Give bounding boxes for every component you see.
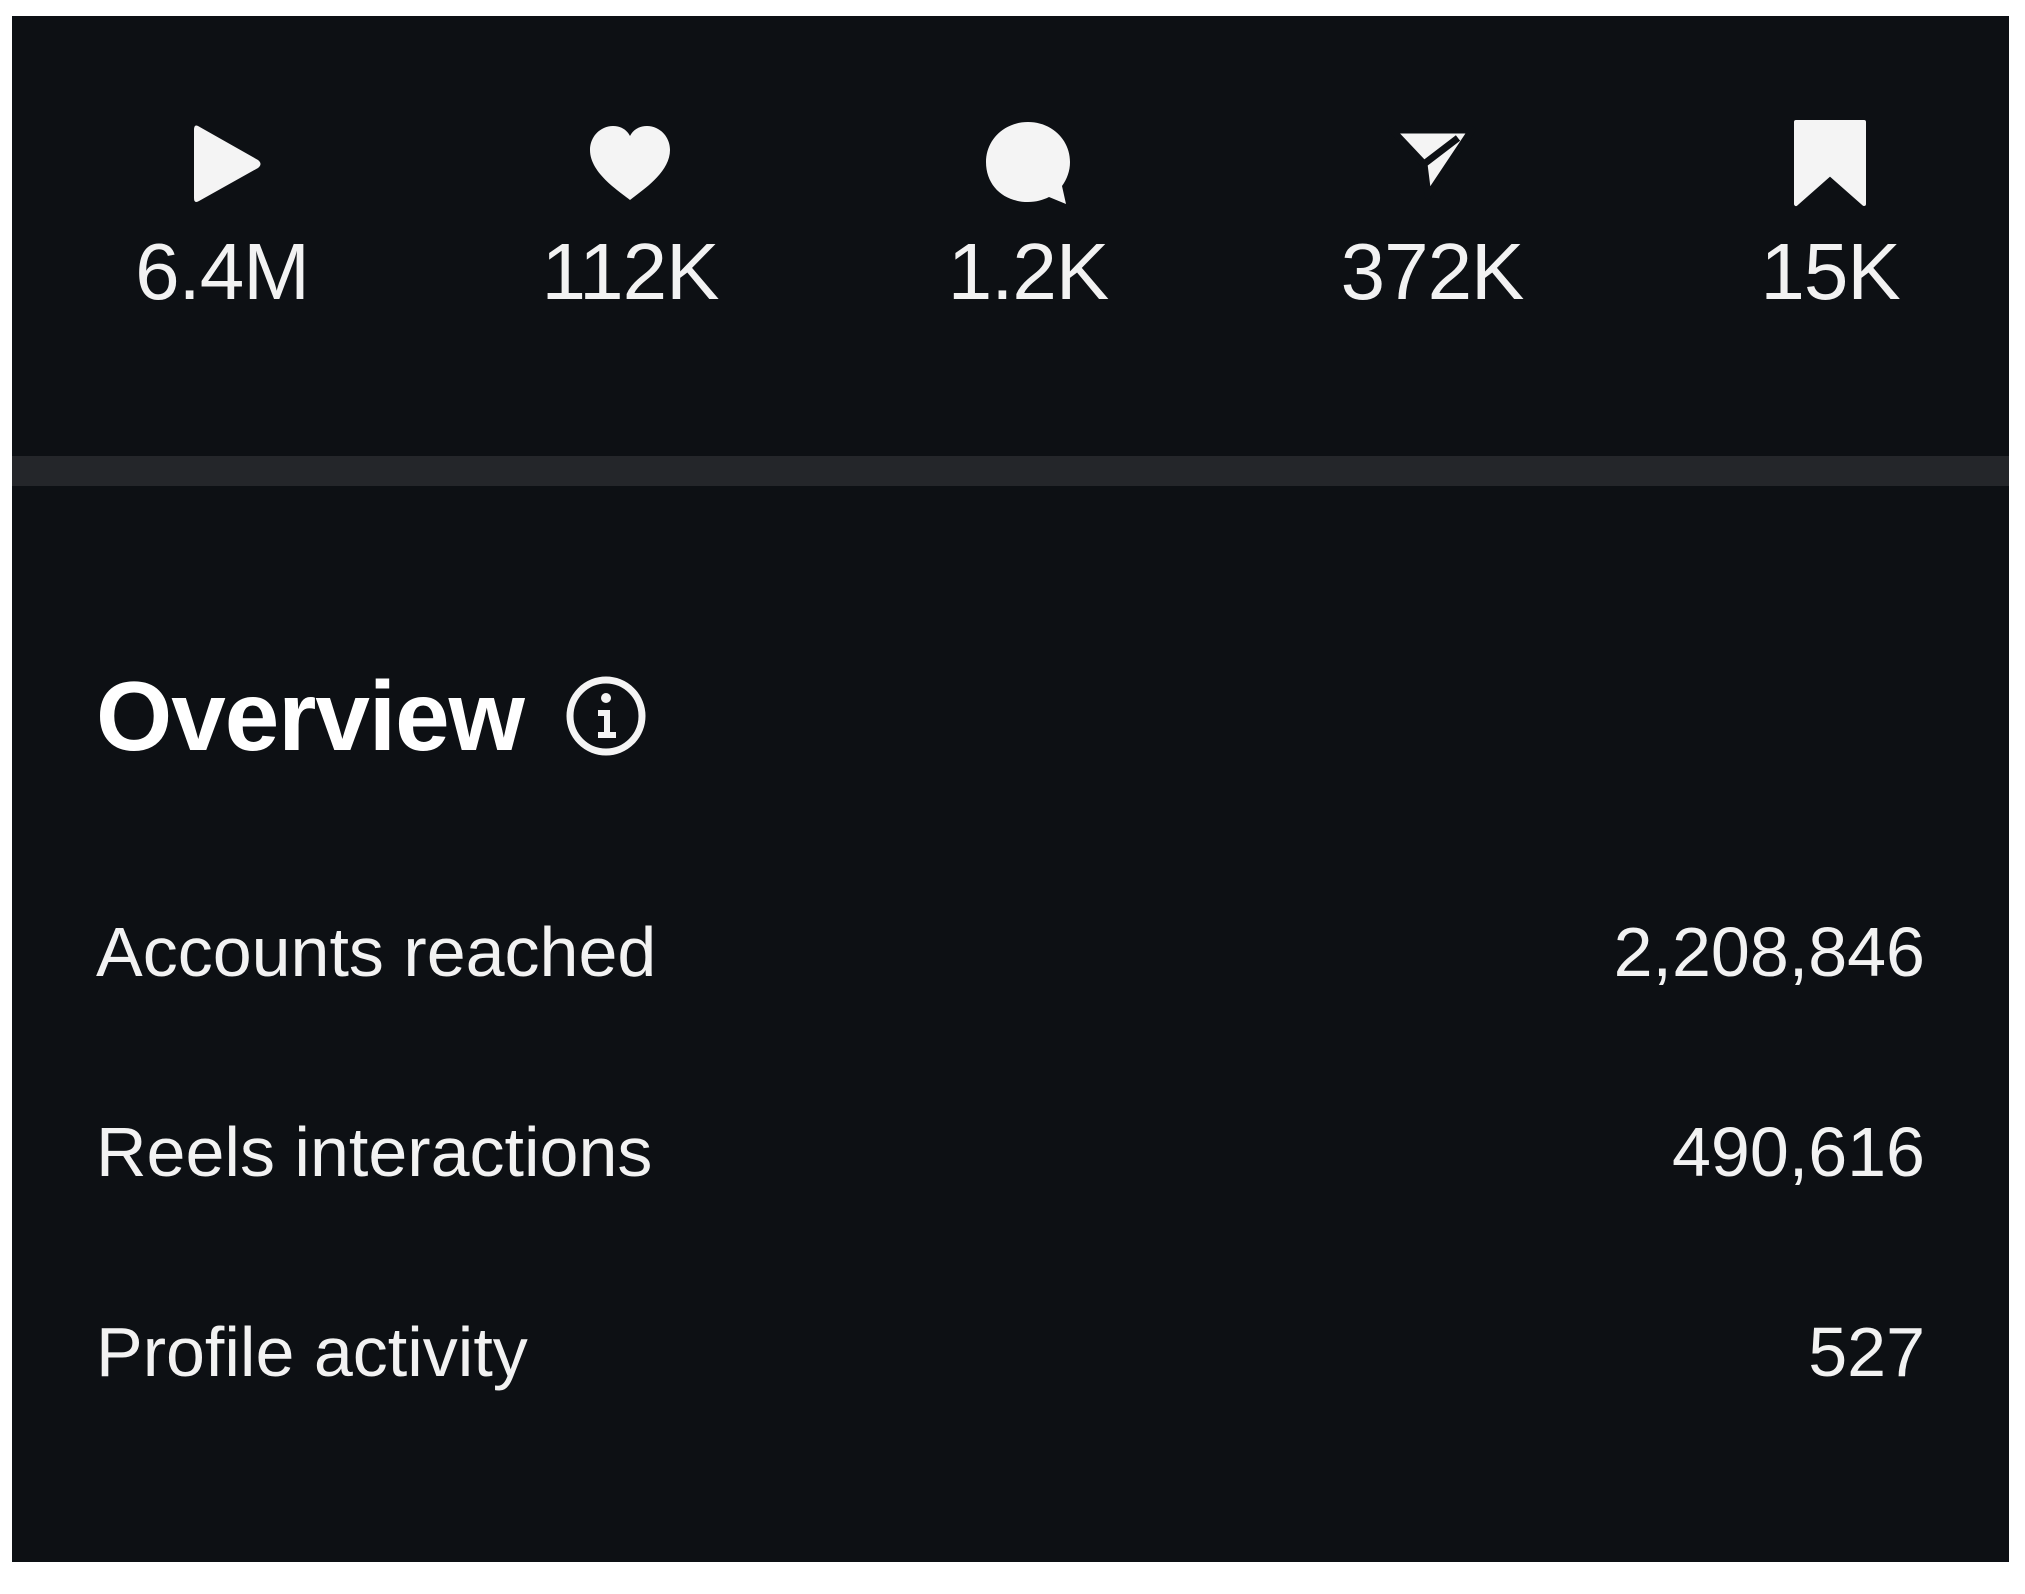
metric-row-reels-interactions[interactable]: Reels interactions 490,616 <box>96 1107 1925 1197</box>
metric-label: Accounts reached <box>96 913 657 991</box>
metric-value: 490,616 <box>1671 1113 1925 1191</box>
bookmark-icon <box>1782 116 1878 212</box>
metric-row-accounts-reached[interactable]: Accounts reached 2,208,846 <box>96 907 1925 997</box>
stat-value: 15K <box>1760 227 1900 316</box>
overview-header: Overview <box>96 661 648 771</box>
share-icon <box>1384 116 1480 212</box>
stat-value: 6.4M <box>135 227 310 316</box>
info-icon[interactable] <box>564 674 648 758</box>
overview-title: Overview <box>96 661 525 771</box>
metric-label: Profile activity <box>96 1313 528 1391</box>
metric-row-profile-activity[interactable]: Profile activity 527 <box>96 1307 1925 1397</box>
stat-value: 372K <box>1340 227 1525 316</box>
stat-plays[interactable]: 6.4M <box>92 116 352 318</box>
section-divider <box>12 456 2009 486</box>
stat-saves[interactable]: 15K <box>1700 116 1960 318</box>
stat-comments[interactable]: 1.2K <box>898 116 1158 318</box>
metric-label: Reels interactions <box>96 1113 653 1191</box>
insights-panel: 6.4M 112K 1.2K 372K 15K Overview Account… <box>12 16 2009 1562</box>
comment-icon <box>980 116 1076 212</box>
stat-likes[interactable]: 112K <box>500 116 760 318</box>
stat-value: 112K <box>541 227 720 316</box>
stat-shares[interactable]: 372K <box>1302 116 1562 318</box>
play-icon <box>174 116 270 212</box>
stat-value: 1.2K <box>947 227 1110 316</box>
engagement-stats: 6.4M 112K 1.2K 372K 15K <box>12 16 2009 456</box>
metric-value: 2,208,846 <box>1613 913 1925 991</box>
metric-value: 527 <box>1808 1313 1925 1391</box>
heart-icon <box>582 116 678 212</box>
